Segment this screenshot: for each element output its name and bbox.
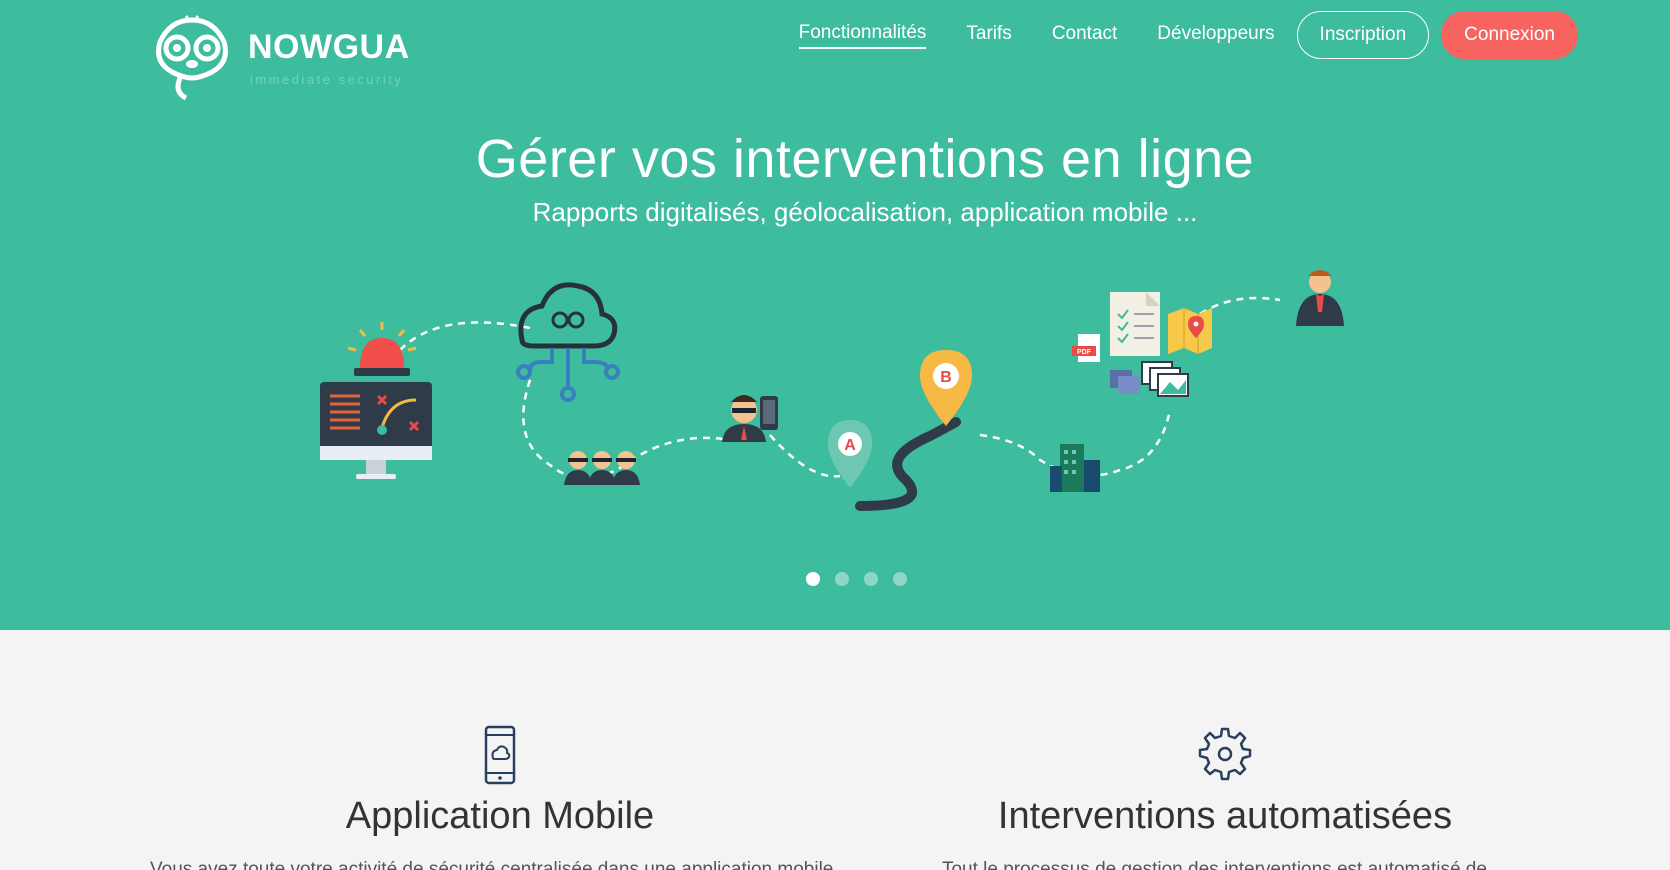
- carousel-dot-2[interactable]: [835, 572, 849, 586]
- agent-phone-icon: [722, 395, 778, 442]
- brand-name: NOWGUA: [248, 28, 410, 66]
- map-pin-b-icon: B: [920, 350, 972, 426]
- nav-link-developpeurs[interactable]: Développeurs: [1157, 23, 1274, 48]
- hero-section: NOWGUA immediate security Fonctionnalité…: [0, 0, 1670, 630]
- login-button[interactable]: Connexion: [1441, 11, 1578, 59]
- cloud-icon: [516, 282, 620, 402]
- photos-gallery-icon: [1110, 361, 1189, 397]
- meerkat-logo-icon: [156, 15, 228, 101]
- report-document-icon: [1110, 292, 1160, 356]
- hero-illustration: A B PDF: [320, 270, 1344, 511]
- feature-title: Interventions automatisées: [997, 795, 1453, 837]
- mobile-phone-icon: [484, 725, 516, 785]
- gear-icon: [1198, 727, 1252, 781]
- pin-a-label: A: [844, 437, 856, 454]
- map-pin-a-icon: A: [828, 420, 872, 488]
- nav-link-fonctionnalites[interactable]: Fonctionnalités: [798, 22, 927, 49]
- feature-automated-interventions: Interventions automatisées Tout le proce…: [875, 725, 1575, 870]
- nav-link-contact[interactable]: Contact: [1052, 23, 1117, 48]
- carousel-indicators: [806, 572, 922, 586]
- carousel-dot-3[interactable]: [864, 572, 878, 586]
- pin-b-label: B: [940, 369, 952, 386]
- pdf-file-icon: PDF: [1072, 334, 1100, 362]
- hero-subtitle: Rapports digitalisés, géolocalisation, a…: [532, 197, 1198, 227]
- feature-text: Tout le processus de gestion des interve…: [941, 859, 1509, 870]
- feature-mobile-app: Application Mobile Vous avez toute votre…: [150, 725, 850, 870]
- feature-text: Vous avez toute votre activité de sécuri…: [150, 859, 850, 870]
- monitor-dashboard-icon: [320, 382, 432, 479]
- client-businessman-icon: [1296, 270, 1344, 326]
- main-nav: Fonctionnalités Tarifs Contact Développe…: [759, 10, 1578, 60]
- carousel-dot-4[interactable]: [893, 572, 907, 586]
- nav-link-tarifs[interactable]: Tarifs: [966, 23, 1011, 48]
- brand-tagline: immediate security: [250, 72, 404, 87]
- feature-title: Application Mobile: [345, 795, 655, 837]
- hero-title: Gérer vos interventions en ligne: [475, 129, 1255, 189]
- carousel-dot-1[interactable]: [806, 572, 820, 586]
- pdf-label: PDF: [1077, 349, 1092, 356]
- siren-icon: [347, 322, 417, 376]
- guards-team-icon: [564, 451, 640, 485]
- folded-map-icon: [1168, 308, 1212, 354]
- brand-logo[interactable]: NOWGUA immediate security: [150, 12, 410, 102]
- city-buildings-icon: [1050, 444, 1100, 492]
- signup-button[interactable]: Inscription: [1296, 11, 1430, 59]
